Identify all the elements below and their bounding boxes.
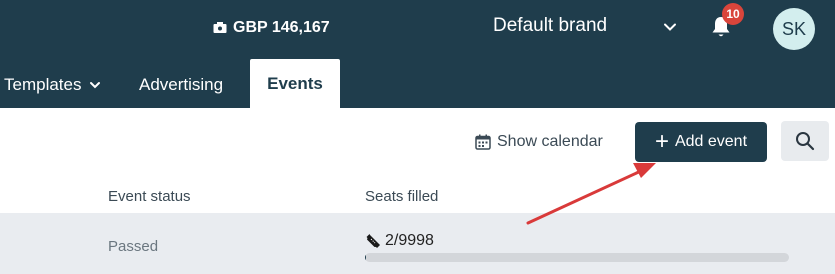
account-balance: GBP 146,167 [213, 17, 330, 39]
column-header-seats-filled[interactable]: Seats filled [365, 188, 438, 205]
tab-advertising[interactable]: Advertising [139, 61, 223, 108]
chevron-down-icon[interactable] [663, 20, 677, 34]
avatar[interactable]: SK [773, 8, 815, 50]
ticket-icon [366, 234, 380, 248]
search-icon [796, 132, 815, 151]
brand-selector[interactable]: Default brand [493, 15, 607, 37]
show-calendar-label: Show calendar [497, 133, 603, 150]
column-header-event-status[interactable]: Event status [108, 188, 191, 205]
tab-events[interactable]: Events [250, 59, 340, 108]
calendar-icon [475, 134, 491, 150]
top-bar: GBP 146,167 Default brand 10 SK Template… [0, 0, 835, 108]
event-status-value: Passed [108, 238, 159, 255]
seats-filled-value: 2/9998 [365, 231, 434, 251]
seats-progress-bar [365, 253, 789, 262]
money-icon [213, 22, 227, 33]
tab-label: Templates [4, 74, 82, 94]
tab-label: Events [267, 73, 323, 93]
search-button[interactable] [781, 121, 829, 161]
show-calendar-button[interactable]: Show calendar [475, 131, 603, 153]
balance-text: GBP 146,167 [233, 19, 330, 36]
add-event-label: Add event [674, 133, 748, 150]
add-event-button[interactable]: + Add event [635, 122, 767, 162]
notification-badge: 10 [722, 3, 744, 25]
chevron-down-icon [90, 81, 101, 88]
seats-filled-text: 2/9998 [385, 232, 434, 249]
plus-icon: + [654, 128, 669, 155]
tab-templates[interactable]: Templates [4, 61, 101, 108]
tab-label: Advertising [139, 74, 224, 94]
